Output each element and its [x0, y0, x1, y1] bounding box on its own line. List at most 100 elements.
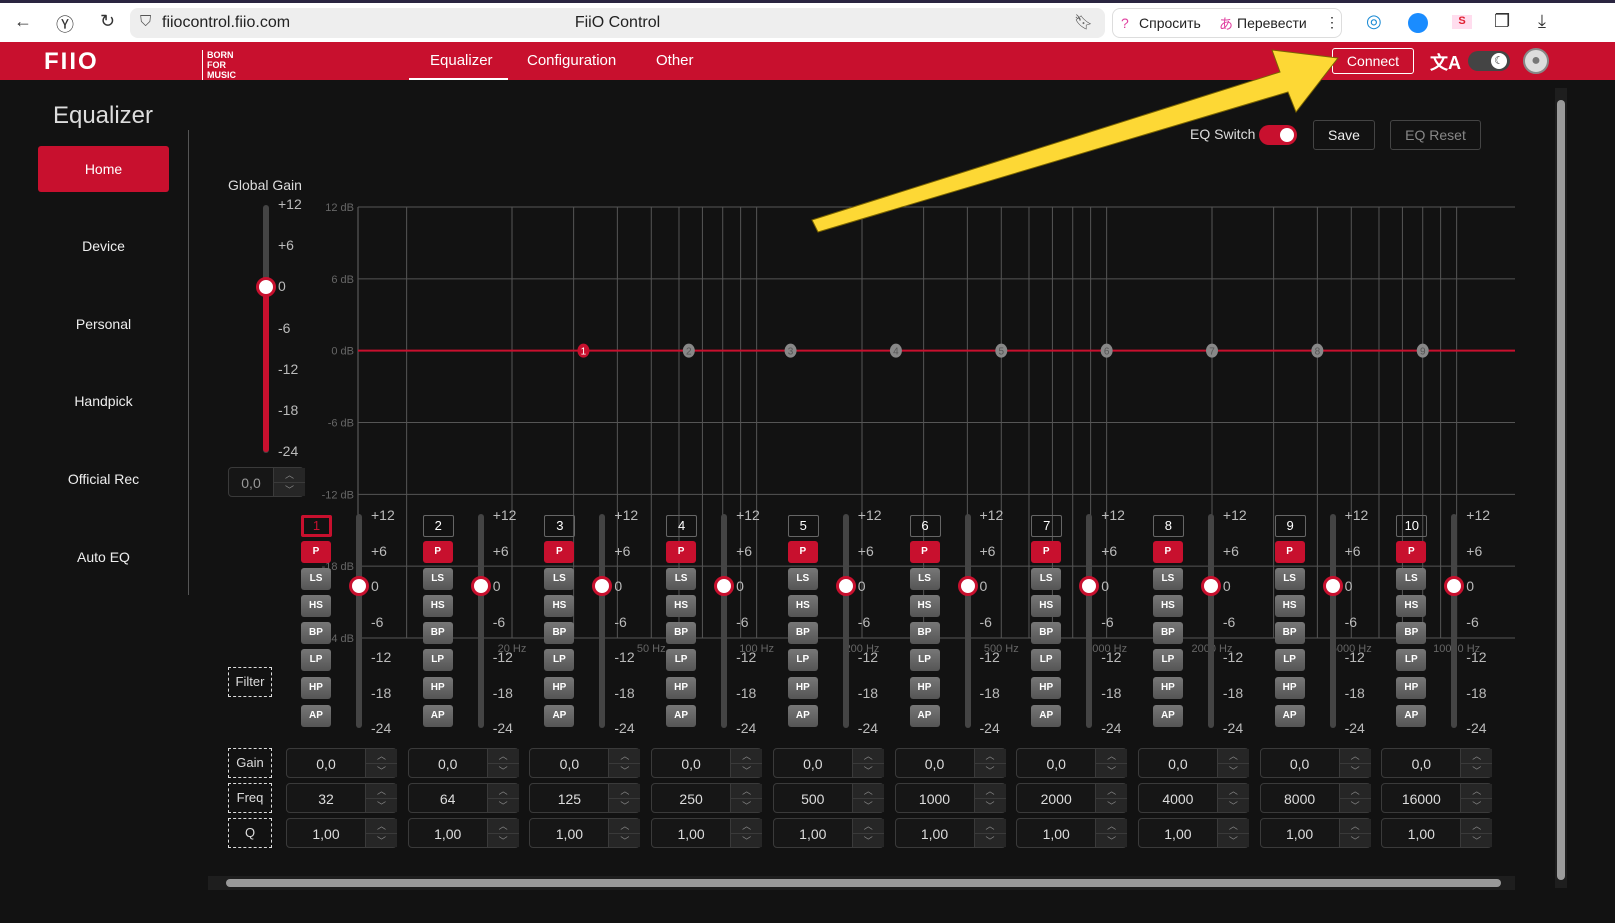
increment-icon[interactable]: ︿ — [366, 749, 397, 763]
filter-bp-button[interactable]: BP — [1152, 622, 1183, 644]
decrement-icon[interactable]: ﹀ — [1339, 763, 1371, 777]
filter-ls-button[interactable]: LS — [1031, 568, 1062, 590]
filter-hs-button[interactable]: HS — [666, 595, 697, 617]
filter-lp-button[interactable]: LP — [544, 649, 575, 671]
filter-ap-button[interactable]: AP — [1152, 705, 1183, 727]
decrement-icon[interactable]: ﹀ — [1217, 763, 1249, 777]
filter-bp-button[interactable]: BP — [422, 622, 453, 644]
filter-lp-button[interactable]: LP — [301, 649, 331, 671]
filter-ap-button[interactable]: AP — [1274, 705, 1305, 727]
increment-icon[interactable]: ︿ — [853, 749, 884, 763]
decrement-icon[interactable]: ﹀ — [487, 833, 519, 847]
filter-bp-button[interactable]: BP — [1274, 622, 1305, 644]
band-q-input[interactable]: 1,00 ︿ ﹀ — [894, 818, 1006, 848]
increment-icon[interactable]: ︿ — [488, 784, 519, 798]
band-gain-value[interactable]: 0,0 — [1017, 756, 1095, 772]
band-gain-value[interactable]: 0,0 — [652, 756, 730, 772]
increment-icon[interactable]: ︿ — [1340, 749, 1371, 763]
increment-icon[interactable]: ︿ — [1340, 784, 1371, 798]
filter-ls-button[interactable]: LS — [787, 568, 818, 590]
decrement-icon[interactable]: ﹀ — [852, 763, 884, 777]
band-freq-input[interactable]: 500 ︿ ﹀ — [772, 783, 884, 813]
band-gain-input[interactable]: 0,0 ︿ ﹀ — [529, 748, 641, 778]
filter-p-button[interactable]: P — [1396, 541, 1427, 563]
band-q-input[interactable]: 1,00 ︿ ﹀ — [1381, 818, 1493, 848]
band-number[interactable]: 4 — [666, 515, 698, 537]
filter-ls-button[interactable]: LS — [301, 568, 331, 590]
decrement-icon[interactable]: ﹀ — [731, 833, 763, 847]
filter-lp-button[interactable]: LP — [1152, 649, 1183, 671]
band-gain-input[interactable]: 0,0 ︿ ﹀ — [286, 748, 397, 778]
filter-bp-button[interactable]: BP — [544, 622, 575, 644]
filter-hs-button[interactable]: HS — [909, 595, 940, 617]
vertical-scroll-thumb[interactable] — [1557, 100, 1565, 880]
band-gain-input[interactable]: 0,0 ︿ ﹀ — [772, 748, 884, 778]
increment-icon[interactable]: ︿ — [853, 819, 884, 833]
increment-icon[interactable]: ︿ — [1461, 784, 1492, 798]
band-q-input[interactable]: 1,00 ︿ ﹀ — [1137, 818, 1249, 848]
band-freq-value[interactable]: 1000 — [896, 791, 974, 807]
band-q-value[interactable]: 1,00 — [1382, 826, 1460, 842]
filter-ls-button[interactable]: LS — [544, 568, 575, 590]
increment-icon[interactable]: ︿ — [1218, 784, 1249, 798]
filter-hp-button[interactable]: HP — [1152, 677, 1183, 699]
decrement-icon[interactable]: ﹀ — [1461, 763, 1493, 777]
band-gain-value[interactable]: 0,0 — [896, 756, 974, 772]
band-number[interactable]: 6 — [909, 515, 941, 537]
filter-hp-button[interactable]: HP — [301, 677, 331, 699]
filter-ap-button[interactable]: AP — [1031, 705, 1062, 727]
decrement-icon[interactable]: ﹀ — [974, 798, 1006, 812]
band-gain-slider[interactable] — [964, 514, 971, 728]
filter-lp-button[interactable]: LP — [1031, 649, 1062, 671]
band-gain-knob[interactable] — [1322, 576, 1343, 596]
filter-ap-button[interactable]: AP — [422, 705, 453, 727]
filter-lp-button[interactable]: LP — [1396, 649, 1427, 671]
increment-icon[interactable]: ︿ — [1340, 819, 1371, 833]
band-gain-input[interactable]: 0,0 ︿ ﹀ — [894, 748, 1006, 778]
filter-p-button[interactable]: P — [909, 541, 940, 563]
band-gain-knob[interactable] — [349, 576, 369, 596]
increment-icon[interactable]: ︿ — [609, 784, 640, 798]
increment-icon[interactable]: ︿ — [1096, 819, 1127, 833]
decrement-icon[interactable]: ﹀ — [974, 833, 1006, 847]
filter-p-button[interactable]: P — [787, 541, 818, 563]
band-gain-slider[interactable] — [356, 514, 362, 728]
filter-p-button[interactable]: P — [422, 541, 453, 563]
filter-ap-button[interactable]: AP — [544, 705, 575, 727]
filter-hs-button[interactable]: HS — [1396, 595, 1427, 617]
increment-icon[interactable]: ︿ — [1218, 819, 1249, 833]
decrement-icon[interactable]: ﹀ — [1096, 798, 1128, 812]
increment-icon[interactable]: ︿ — [609, 819, 640, 833]
band-gain-value[interactable]: 0,0 — [774, 756, 852, 772]
increment-icon[interactable]: ︿ — [609, 749, 640, 763]
filter-ls-button[interactable]: LS — [422, 568, 453, 590]
filter-ap-button[interactable]: AP — [909, 705, 940, 727]
filter-hs-button[interactable]: HS — [1274, 595, 1305, 617]
band-gain-slider[interactable] — [477, 514, 484, 728]
band-gain-knob[interactable] — [957, 576, 978, 596]
decrement-icon[interactable]: ﹀ — [609, 763, 641, 777]
filter-hp-button[interactable]: HP — [909, 677, 940, 699]
band-freq-value[interactable]: 32 — [287, 791, 365, 807]
increment-icon[interactable]: ︿ — [975, 819, 1006, 833]
decrement-icon[interactable]: ﹀ — [366, 833, 397, 847]
band-gain-input[interactable]: 0,0 ︿ ﹀ — [1016, 748, 1128, 778]
filter-p-button[interactable]: P — [1031, 541, 1062, 563]
band-gain-value[interactable]: 0,0 — [1382, 756, 1460, 772]
band-q-value[interactable]: 1,00 — [1261, 826, 1339, 842]
filter-bp-button[interactable]: BP — [909, 622, 940, 644]
filter-bp-button[interactable]: BP — [787, 622, 818, 644]
increment-icon[interactable]: ︿ — [1096, 784, 1127, 798]
filter-ls-button[interactable]: LS — [1274, 568, 1305, 590]
band-number[interactable]: 5 — [787, 515, 819, 537]
decrement-icon[interactable]: ﹀ — [1339, 833, 1371, 847]
filter-hp-button[interactable]: HP — [666, 677, 697, 699]
band-q-input[interactable]: 1,00 ︿ ﹀ — [1259, 818, 1371, 848]
band-number[interactable]: 2 — [422, 515, 454, 537]
decrement-icon[interactable]: ﹀ — [1461, 833, 1493, 847]
increment-icon[interactable]: ︿ — [975, 749, 1006, 763]
increment-icon[interactable]: ︿ — [366, 784, 397, 798]
filter-lp-button[interactable]: LP — [666, 649, 697, 671]
band-gain-input[interactable]: 0,0 ︿ ﹀ — [1259, 748, 1371, 778]
band-gain-knob[interactable] — [714, 576, 735, 596]
